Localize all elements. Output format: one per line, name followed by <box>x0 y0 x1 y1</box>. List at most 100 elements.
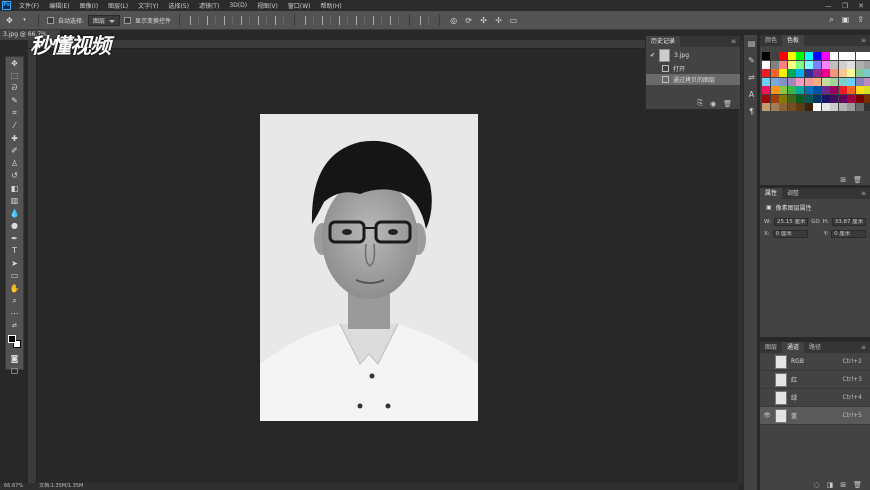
share-icon[interactable]: ⇪ <box>857 15 864 25</box>
panel-menu-icon[interactable]: ≡ <box>731 38 740 45</box>
auto-select-target-dropdown[interactable]: 图层 <box>88 14 121 26</box>
distribute-top-icon[interactable] <box>305 15 315 25</box>
color-swatch[interactable] <box>770 52 779 60</box>
tab-color[interactable]: 颜色 <box>760 35 782 46</box>
distribute-right-icon[interactable] <box>390 15 400 25</box>
color-swatch[interactable] <box>838 60 847 69</box>
color-swatch[interactable] <box>762 77 770 86</box>
color-swatch[interactable] <box>804 94 813 103</box>
gradient-tool-icon[interactable]: ▥ <box>6 195 23 208</box>
color-swatch[interactable] <box>770 60 779 69</box>
color-swatch[interactable] <box>855 94 864 103</box>
trash-icon[interactable]: 🗑 <box>853 176 862 184</box>
quick-mask-icon[interactable]: ◙ <box>6 352 23 365</box>
color-swatch[interactable] <box>855 60 864 69</box>
color-swatch[interactable] <box>770 94 779 103</box>
color-swatch[interactable] <box>787 60 796 69</box>
color-swatch[interactable] <box>830 60 838 69</box>
color-swatch[interactable] <box>864 94 870 103</box>
panel-menu-icon[interactable]: ≡ <box>861 344 870 351</box>
color-swatch[interactable] <box>813 103 821 111</box>
x-field[interactable]: 0 厘米 <box>772 230 808 238</box>
color-swatch[interactable] <box>864 86 870 94</box>
color-swatch[interactable] <box>847 69 855 77</box>
menu-image[interactable]: 图像(I) <box>75 1 103 10</box>
color-swatch[interactable] <box>762 103 770 111</box>
distribute-vcenter-icon[interactable] <box>322 15 332 25</box>
color-swatch[interactable] <box>847 52 855 60</box>
history-item[interactable]: 通过拷贝的图层 <box>646 74 740 85</box>
zoom-level[interactable]: 66.67% <box>4 483 23 490</box>
color-swatch[interactable] <box>770 86 779 94</box>
color-swatch[interactable] <box>779 86 787 94</box>
color-swatch[interactable] <box>847 94 855 103</box>
color-swatch[interactable] <box>796 86 804 94</box>
color-swatch[interactable] <box>804 77 813 86</box>
screen-mode-icon[interactable]: ▢ <box>6 365 23 378</box>
color-swatch[interactable] <box>821 103 830 111</box>
y-field[interactable]: 0 厘米 <box>831 230 867 238</box>
width-field[interactable]: 25.15 厘米 <box>773 218 809 226</box>
new-document-from-state-icon[interactable]: ⎘ <box>697 99 703 108</box>
character-panel-icon[interactable]: A <box>744 86 759 103</box>
menu-layer[interactable]: 图层(L) <box>103 1 133 10</box>
clone-stamp-tool-icon[interactable]: ♙ <box>6 157 23 170</box>
color-swatch[interactable] <box>796 94 804 103</box>
adjust-panel-icon[interactable]: ⇌ <box>744 69 759 86</box>
distribute-bottom-icon[interactable] <box>339 15 349 25</box>
menu-window[interactable]: 窗口(W) <box>283 1 316 10</box>
color-swatch[interactable] <box>821 52 830 60</box>
marquee-tool-icon[interactable]: ⬚ <box>6 70 23 83</box>
color-swatch[interactable] <box>821 60 830 69</box>
channel-row-blue[interactable]: 👁 蓝 Ctrl+5 <box>760 407 870 425</box>
history-snapshot[interactable]: ✔ 3.jpg <box>646 47 740 63</box>
tab-layers[interactable]: 图层 <box>760 342 782 353</box>
zoom-tool-icon[interactable]: ⌕ <box>6 295 23 308</box>
show-transform-checkbox[interactable] <box>124 16 132 24</box>
color-swatch[interactable] <box>847 103 855 111</box>
3d-slide-icon[interactable]: ✢ <box>493 15 504 26</box>
color-swatch[interactable] <box>813 60 821 69</box>
color-swatch[interactable] <box>830 69 838 77</box>
color-swatch[interactable] <box>830 86 838 94</box>
color-swatch[interactable] <box>830 94 838 103</box>
brush-panel-icon[interactable]: ✎ <box>744 52 759 69</box>
color-swatch[interactable] <box>813 77 821 86</box>
3d-rotate-icon[interactable]: ⟳ <box>463 15 474 26</box>
color-swatch[interactable] <box>813 94 821 103</box>
color-swatch[interactable] <box>813 86 821 94</box>
color-swatch[interactable] <box>864 103 870 111</box>
color-swatch[interactable] <box>830 103 838 111</box>
auto-select-checkbox[interactable] <box>47 16 54 24</box>
3d-scale-icon[interactable]: ▭ <box>508 15 519 26</box>
color-swatch[interactable] <box>779 94 787 103</box>
height-field[interactable]: 33.87 厘米 <box>831 218 867 226</box>
lasso-tool-icon[interactable]: ᘐ <box>6 82 23 95</box>
tool-preset-dropdown-icon[interactable]: ▾ <box>19 15 30 26</box>
color-swatch[interactable] <box>787 69 796 77</box>
restore-button[interactable]: ❐ <box>842 2 848 10</box>
paragraph-panel-icon[interactable]: ¶ <box>744 103 759 120</box>
new-channel-icon[interactable]: ⊞ <box>840 481 846 489</box>
color-swatches-icon[interactable] <box>6 332 23 352</box>
path-select-tool-icon[interactable]: ➤ <box>6 257 23 270</box>
menu-type[interactable]: 文字(Y) <box>133 1 163 10</box>
align-left-icon[interactable] <box>190 15 200 25</box>
color-swatch[interactable] <box>864 52 870 60</box>
align-vcenter-icon[interactable] <box>258 15 268 25</box>
document-info[interactable]: 文档:1.35M/1.35M <box>39 483 83 490</box>
color-swatch[interactable] <box>838 86 847 94</box>
color-swatch[interactable] <box>796 69 804 77</box>
minimize-button[interactable]: — <box>825 2 832 10</box>
color-swatch[interactable] <box>855 86 864 94</box>
pen-tool-icon[interactable]: ✒ <box>6 232 23 245</box>
color-swatch[interactable] <box>838 94 847 103</box>
color-swatch[interactable] <box>796 60 804 69</box>
eraser-tool-icon[interactable]: ◧ <box>6 182 23 195</box>
document-image[interactable] <box>260 114 478 421</box>
color-swatch[interactable] <box>762 52 770 60</box>
menu-help[interactable]: 帮助(H) <box>316 1 347 10</box>
color-swatch[interactable] <box>864 60 870 69</box>
history-brush-tool-icon[interactable]: ↺ <box>6 170 23 183</box>
new-swatch-icon[interactable]: ⊞ <box>840 176 846 184</box>
